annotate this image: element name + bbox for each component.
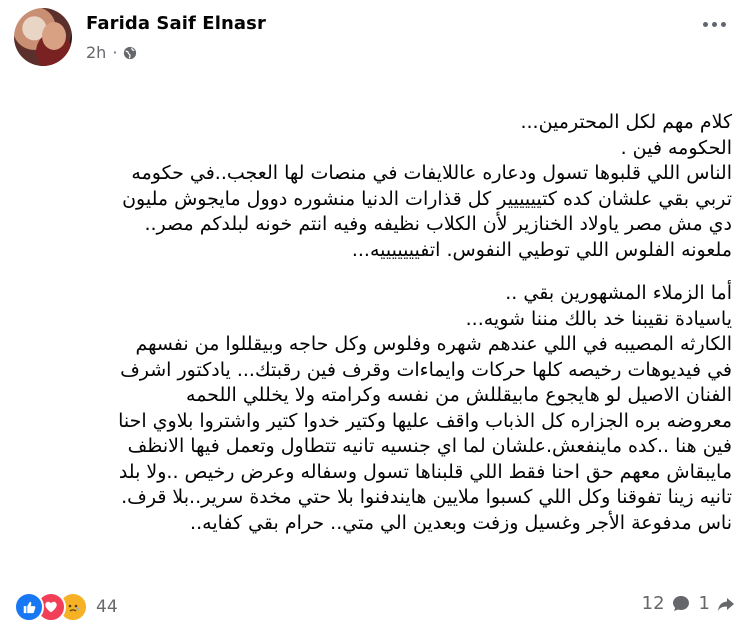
post-line: ياسيادة نقيبنا خد بالك مننا شويه... — [465, 307, 732, 330]
post-line: مايبقاش معهم حق احنا فقط اللي قلبناها تس… — [118, 460, 732, 483]
globe-icon — [124, 46, 137, 59]
separator-dot: · — [112, 43, 118, 62]
post-line: الفنان الاصيل لو هايجوع مابيقللش من نفسه… — [186, 384, 732, 406]
shares-stat[interactable]: 1 — [699, 593, 736, 614]
comment-icon — [672, 595, 689, 611]
post-line: تانيه زينا تفوقنا وكل اللي كسبوا ملايين … — [121, 486, 732, 508]
shares-count: 1 — [698, 593, 710, 614]
post-meta: 2h · — [86, 43, 137, 62]
reactions-count: 44 — [96, 597, 118, 617]
reactions-summary[interactable]: 44 — [14, 592, 118, 622]
post-line: الكارثه المصيبه في اللي عندهم شهره وفلوس… — [135, 333, 732, 355]
post-line: أما الزملاء المشهورين بقي .. — [505, 282, 732, 304]
author-name[interactable]: Farida Saif Elnasr — [86, 13, 266, 34]
more-options-icon[interactable] — [703, 22, 726, 27]
post-line: دي مش مصر ياولاد الخنازير لأن الكلاب نظي… — [144, 213, 732, 235]
post-line: تربي بقي علشان كده كتيييييير كل قذارات ا… — [122, 187, 732, 210]
post-line: فين هنا ..كده ماينفعش.علشان لما اي جنسيه… — [127, 435, 732, 457]
avatar[interactable] — [14, 8, 72, 66]
post-line: كلام مهم لكل المحترمين... — [520, 111, 732, 133]
post-line: معروضه بره الجزاره كل الذباب واقف عليها … — [118, 409, 732, 432]
share-icon — [718, 597, 734, 611]
engagement-stats: 12 1 — [642, 593, 736, 614]
like-reaction-icon — [14, 592, 44, 622]
comments-stat[interactable]: 12 — [642, 593, 691, 614]
post-line: الناس اللي قلبوها تسول ودعاره عاللايفات … — [131, 162, 732, 184]
post-time[interactable]: 2h — [86, 43, 106, 62]
post-line: ناس مدفوعة الأجر وغسيل وزفت وبعدين الي م… — [190, 511, 732, 534]
post-line: ملعونه الفلوس اللي توطيي النفوس. اتفيييي… — [351, 238, 732, 261]
post-header: Farida Saif Elnasr 2h · — [14, 8, 736, 74]
comments-count: 12 — [641, 593, 665, 614]
post-footer: 44 12 1 — [14, 592, 736, 624]
post-line: في فيديوهات رخيصه كلها حركات وايماءات وق… — [120, 358, 732, 381]
post-body: كلام مهم لكل المحترمين... الحكومه فين . … — [14, 110, 732, 536]
post-line: الحكومه فين . — [620, 136, 732, 159]
